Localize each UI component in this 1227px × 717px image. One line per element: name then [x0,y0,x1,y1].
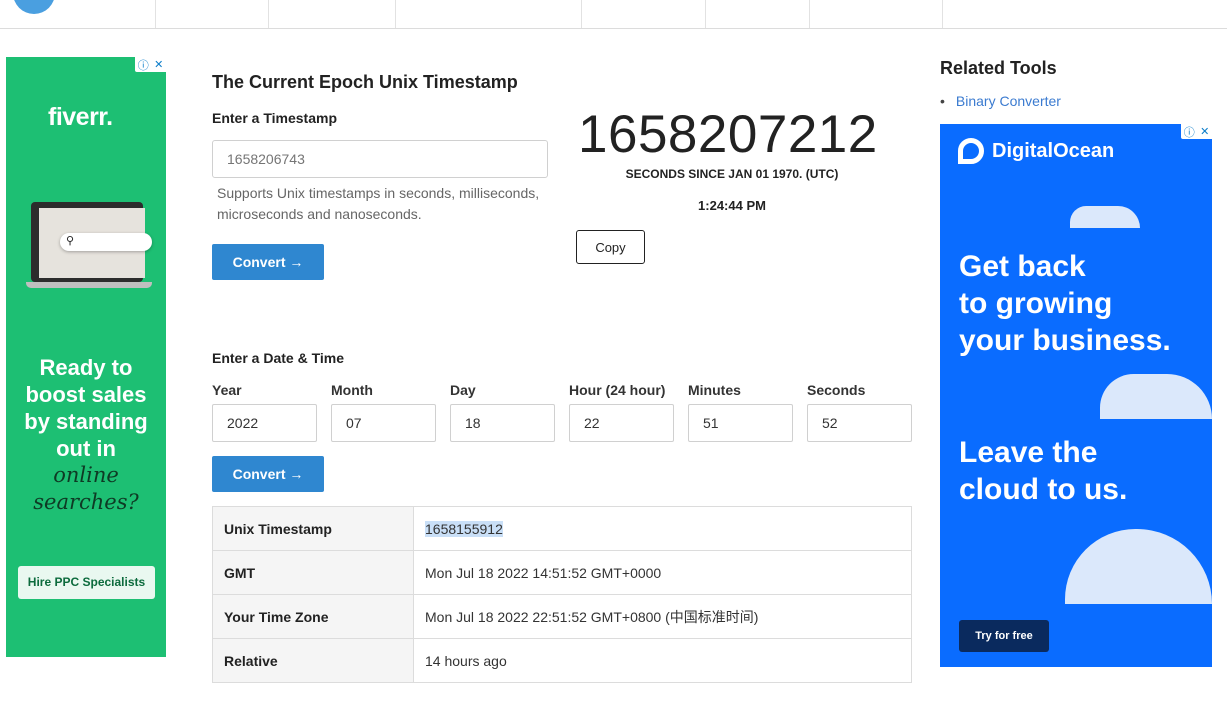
ad-subheadline: Leave the cloud to us. [959,436,1128,506]
digitalocean-icon [958,138,984,164]
nav-separator [942,0,943,28]
seconds-input[interactable] [807,404,912,442]
table-row: GMT Mon Jul 18 2022 14:51:52 GMT+0000 [212,550,912,595]
related-tools-heading: Related Tools [940,58,1057,78]
table-row: Unix Timestamp 1658155912 [212,506,912,551]
result-value: 14 hours ago [413,638,912,683]
bullet-icon: • [940,93,945,109]
current-clock: 1:24:44 PM [698,198,766,213]
related-tool-item: • Binary Converter [940,93,1061,109]
convert-timestamp-button[interactable]: Convert → [212,244,324,280]
digitalocean-ad[interactable]: ⓘ ✕ DigitalOcean Get back to growing you… [940,124,1212,667]
hour-input[interactable] [569,404,674,442]
timestamp-input[interactable] [212,140,548,178]
cloud-illustration [1065,529,1212,604]
binary-converter-link[interactable]: Binary Converter [956,93,1061,109]
timestamp-help-text: Supports Unix timestamps in seconds, mil… [217,185,540,222]
table-row: Your Time Zone Mon Jul 18 2022 22:51:52 … [212,594,912,639]
page-title: The Current Epoch Unix Timestamp [212,72,518,92]
fiverr-logo: fiverr. [48,103,113,131]
table-row: Relative 14 hours ago [212,638,912,683]
nav-separator [705,0,706,28]
adchoices-badge[interactable]: ⓘ ✕ [135,57,166,72]
nav-separator [581,0,582,28]
year-input[interactable] [212,404,317,442]
seconds-since-caption: SECONDS SINCE JAN 01 1970. (UTC) [625,167,839,181]
result-value[interactable]: 1658155912 [414,507,912,551]
year-label: Year [212,382,242,398]
nav-separator [155,0,156,28]
minutes-input[interactable] [688,404,793,442]
convert-date-button[interactable]: Convert → [212,456,324,492]
nav-separator [268,0,269,28]
hour-label: Hour (24 hour) [569,382,666,398]
ad-headline: Get back to growing your business. [959,250,1171,357]
fiverr-ad[interactable]: ⓘ ✕ fiverr. ⚲ Ready to boost sales by st… [6,57,166,657]
try-for-free-button[interactable]: Try for free [959,620,1049,652]
timestamp-label: Enter a Timestamp [212,110,338,126]
minutes-label: Minutes [688,382,741,398]
search-icon: ⚲ [66,235,75,247]
ad-close-icon[interactable]: ✕ [154,58,163,71]
hire-ppc-button[interactable]: Hire PPC Specialists [18,566,155,599]
day-label: Day [450,382,476,398]
seconds-label: Seconds [807,382,866,398]
current-timestamp: 1658207212 [578,105,878,164]
result-key: GMT [212,550,414,595]
result-key: Unix Timestamp [212,506,414,551]
result-value: Mon Jul 18 2022 14:51:52 GMT+0000 [413,550,912,595]
result-key: Your Time Zone [212,594,414,639]
copy-button[interactable]: Copy [576,230,645,264]
result-table: Unix Timestamp 1658155912 GMT Mon Jul 18… [212,506,912,683]
date-time-heading: Enter a Date & Time [212,350,345,366]
ad-info-icon[interactable]: ⓘ [1184,124,1195,140]
month-input[interactable] [331,404,436,442]
adchoices-badge[interactable]: ⓘ ✕ [1181,124,1212,139]
unix-timestamp-value[interactable]: 1658155912 [425,520,503,537]
cloud-illustration [1100,374,1212,419]
top-navbar [0,0,1227,29]
search-pill-illustration: ⚲ [60,233,152,251]
month-label: Month [331,382,373,398]
result-key: Relative [212,638,414,683]
ad-info-icon[interactable]: ⓘ [138,57,149,73]
cloud-illustration [1070,206,1140,228]
digitalocean-logo: DigitalOcean [958,138,1114,164]
nav-separator [395,0,396,28]
ad-italic-headline: online searches? [33,463,139,514]
nav-separator [809,0,810,28]
result-value: Mon Jul 18 2022 22:51:52 GMT+0800 (中国标准时… [413,594,912,639]
ad-close-icon[interactable]: ✕ [1200,125,1209,138]
day-input[interactable] [450,404,555,442]
ad-headline: Ready to boost sales by standing out in [24,355,148,461]
site-logo[interactable] [13,0,55,14]
